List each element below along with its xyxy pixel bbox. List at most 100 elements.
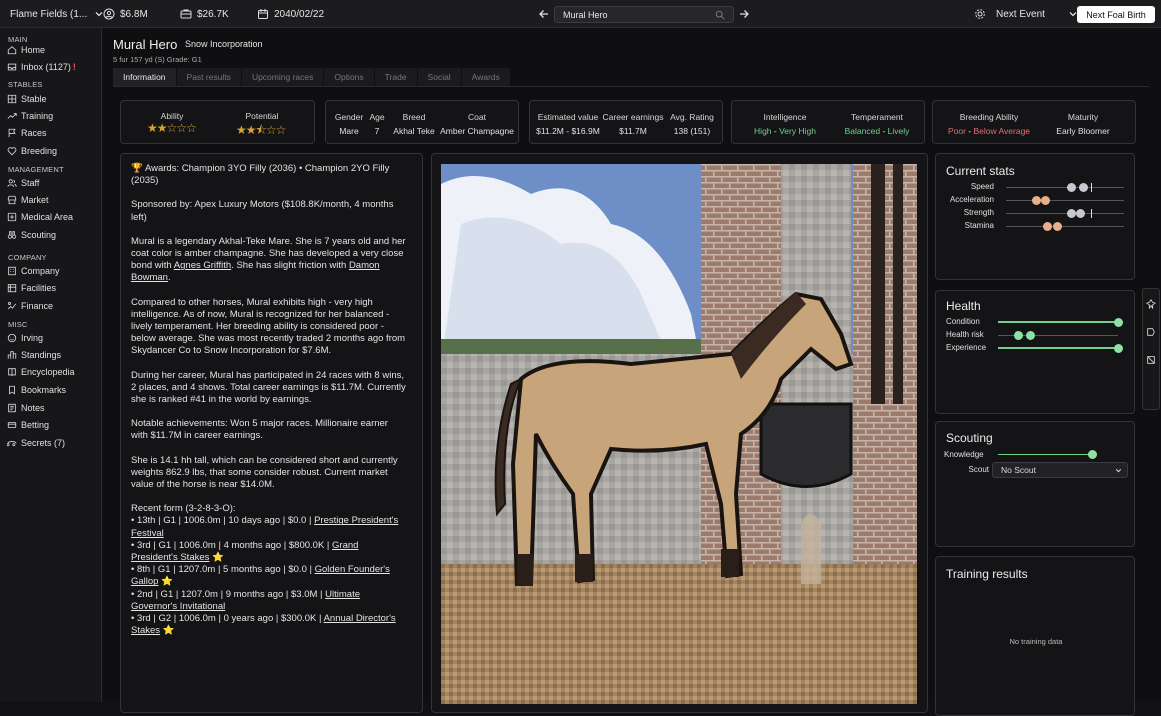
pin-icon[interactable] (1146, 299, 1156, 309)
avg-rating-value: 138 (151) (673, 126, 711, 136)
date-value: 2040/02/22 (274, 8, 325, 20)
date-display: 2040/02/22 (257, 0, 324, 28)
sidebar-item-breeding[interactable]: Breeding (7, 144, 57, 158)
stat-high-marker (1078, 183, 1088, 192)
sidebar-item-irving[interactable]: Irving (7, 331, 43, 345)
sidebar-item-races[interactable]: Races (7, 126, 47, 140)
health-title: Health (946, 299, 981, 313)
sponsor-text: Sponsored by: Apex Luxury Motors ($108.8… (131, 199, 394, 223)
health-label: Experience (946, 343, 987, 352)
bond-link[interactable]: Agnes Griffith (174, 260, 231, 271)
horse-description: 🏆 Awards: Champion 3YO Filly (2036) • Ch… (131, 163, 406, 638)
sidebar-item-label: Finance (21, 301, 54, 311)
forward-button[interactable] (738, 0, 755, 28)
intelligence-low: High (754, 126, 772, 136)
tab-awards[interactable]: Awards (461, 68, 510, 86)
form-entry-text: • 3rd | G1 | 1006.0m | 4 months ago | $8… (131, 539, 333, 551)
career-earnings-value: $11.7M (619, 126, 647, 136)
temperament-label: Temperament (851, 112, 903, 122)
sidebar-item-secrets[interactable]: Secrets (7) (7, 436, 65, 450)
book-icon (8, 368, 16, 376)
sidebar-section-misc: MISC (8, 320, 28, 329)
sidebar-item-inbox[interactable]: Inbox (1127)! (7, 60, 76, 74)
breeding-ability-low: Poor (947, 126, 966, 136)
stat-high-marker (1040, 196, 1050, 205)
inbox-icon (7, 63, 17, 71)
search-input[interactable]: Mural Hero (554, 6, 734, 23)
stat-track (1006, 200, 1124, 201)
sidebar-item-company[interactable]: Company (7, 264, 60, 278)
gear-icon (975, 9, 985, 19)
next-event-select[interactable]: Next Event (996, 0, 1084, 28)
stat-low-marker (1066, 209, 1076, 218)
next-foal-birth-button[interactable]: Next Foal Birth (1077, 6, 1155, 23)
star-icon: ☆ (166, 121, 178, 135)
coat-label: Coat (468, 112, 486, 122)
career-earnings-label: Career earnings (602, 112, 664, 122)
star-icon: ☆ (186, 121, 197, 135)
top-bar: Flame Fields (1... $6.8M $26.7K 2040/02/… (0, 0, 1161, 28)
age-label: Age (369, 112, 385, 122)
sidebar-item-label: Inbox (1127) (21, 62, 71, 72)
tab-trade[interactable]: Trade (374, 68, 417, 86)
star-icon: ⯪ (255, 123, 267, 137)
intelligence-sep: - (771, 126, 780, 136)
tag-icon[interactable] (1146, 327, 1156, 337)
intelligence-label: Intelligence (763, 112, 807, 122)
back-button[interactable] (538, 0, 555, 28)
sidebar-item-market[interactable]: Market (7, 193, 49, 207)
sidebar-item-betting[interactable]: Betting (7, 418, 49, 432)
sidebar-item-bookmarks[interactable]: Bookmarks (7, 383, 66, 397)
arrow-right-icon (740, 10, 749, 18)
scout-select[interactable]: No Scout (992, 462, 1128, 478)
bookmark-icon (9, 385, 15, 395)
home-icon (7, 46, 17, 55)
tab-past-results[interactable]: Past results (176, 68, 241, 86)
sidebar-item-staff[interactable]: Staff (7, 176, 39, 190)
current-stats-title: Current stats (946, 164, 1015, 178)
sidebar-item-home[interactable]: Home (7, 43, 45, 57)
horse-name: Mural Hero (113, 37, 178, 52)
sidebar-item-stable[interactable]: Stable (7, 92, 47, 106)
sidebar-item-label: Bookmarks (21, 385, 67, 395)
temperament-sep: - (880, 126, 888, 136)
sidebar-item-scouting[interactable]: Scouting (7, 228, 56, 242)
star-icon: ☆ (275, 123, 287, 137)
sidebar-item-encyclopedia[interactable]: Encyclopedia (7, 365, 75, 379)
tab-upcoming-races[interactable]: Upcoming races (241, 68, 324, 86)
sidebar-item-training[interactable]: Training (7, 109, 53, 123)
awards-text: 🏆 Awards: Champion 3YO Filly (2036) • Ch… (131, 163, 390, 187)
tab-social[interactable]: Social (417, 68, 461, 86)
tab-options[interactable]: Options (324, 68, 374, 86)
temperament-low: Balanced (844, 126, 881, 136)
knowledge-marker[interactable] (1087, 450, 1097, 459)
main-content: Mural Hero Snow Incorporation 5 fur 157 … (103, 28, 1161, 716)
avg-rating-label: Avg. Rating (670, 112, 714, 122)
ability-stars: ★★☆☆☆ (147, 121, 197, 135)
sidebar-item-facilities[interactable]: Facilities (7, 281, 56, 295)
form-entry-text: • 8th | G1 | 1207.0m | 5 months ago | $0… (131, 564, 315, 576)
sidebar-item-notes[interactable]: Notes (7, 401, 45, 415)
tab-information[interactable]: Information (113, 68, 176, 86)
note-icon[interactable] (1146, 355, 1156, 365)
sidebar-item-label: Irving (21, 333, 44, 343)
tab-divider (113, 86, 1149, 87)
sidebar-section-company: COMPANY (8, 253, 47, 262)
sidebar-section-stables: STABLES (8, 80, 43, 89)
potential-stars: ★★⯪☆☆ (236, 121, 287, 142)
chevron-down-icon (1115, 469, 1122, 473)
sidebar-item-finance[interactable]: Finance (7, 299, 53, 313)
knowledge-bar (998, 454, 1092, 455)
horse-subtitle: 5 fur 157 yd (S) Grade: G1 (113, 55, 202, 64)
description-card: 🏆 Awards: Champion 3YO Filly (2036) • Ch… (120, 153, 423, 713)
sidebar-item-standings[interactable]: Standings (7, 348, 61, 362)
stat-track (1006, 213, 1124, 214)
stat-label: Stamina (964, 221, 994, 230)
settings-button[interactable] (974, 0, 991, 28)
stable-selector[interactable]: Flame Fields (1... (10, 0, 110, 28)
horse-owner[interactable]: Snow Incorporation (185, 39, 263, 49)
health-high-marker (1026, 331, 1036, 340)
sidebar-item-medical-area[interactable]: Medical Area (7, 210, 73, 224)
sidebar-section-management: MANAGEMENT (8, 165, 64, 174)
star-icon: ⭐ (161, 576, 173, 588)
